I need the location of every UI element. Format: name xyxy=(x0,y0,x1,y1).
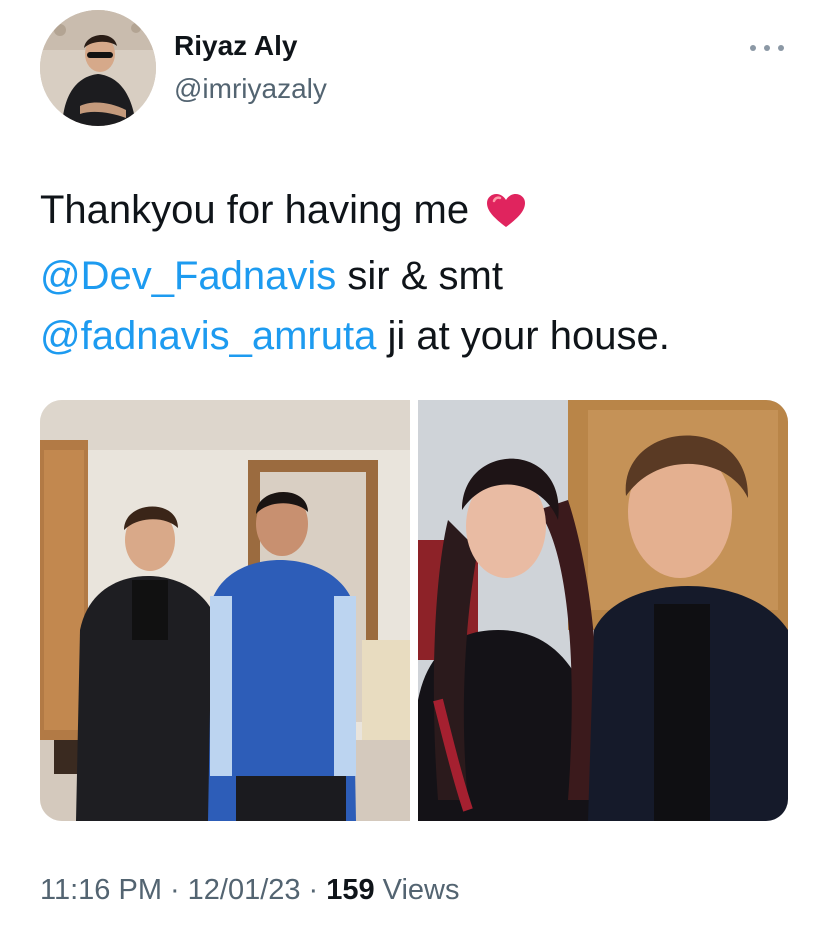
tweet-text-segment: ji at your house. xyxy=(376,314,670,358)
more-horizontal-icon-dot xyxy=(764,45,770,51)
tweet-text-segment: Thankyou for having me xyxy=(40,188,470,232)
avatar-image xyxy=(40,10,156,126)
tweet-text-segment: sir & smt xyxy=(336,254,503,298)
tweet-line-2: @Dev_Fadnavis sir & smt xyxy=(40,246,800,306)
author-avatar[interactable] xyxy=(40,10,156,126)
tweet-metadata: 11:16 PM · 12/01/23 · 159 Views xyxy=(40,874,460,907)
author-handle[interactable]: @imriyazaly xyxy=(174,73,327,105)
tweet-time[interactable]: 11:16 PM xyxy=(40,874,162,906)
tweet-line-3: @fadnavis_amruta ji at your house. xyxy=(40,306,800,366)
meta-separator: · xyxy=(308,874,319,906)
mention-link[interactable]: @Dev_Fadnavis xyxy=(40,254,336,298)
views-count: 159 xyxy=(326,874,375,906)
author-display-name[interactable]: Riyaz Aly xyxy=(174,30,297,62)
tweet-date[interactable]: 12/01/23 xyxy=(188,874,301,906)
tweet-photo-2[interactable] xyxy=(418,400,788,821)
tweet-line-1: Thankyou for having me xyxy=(40,180,800,246)
tweet-text: Thankyou for having me @Dev_Fadnavis sir… xyxy=(40,180,800,366)
tweet-media xyxy=(40,400,788,821)
more-horizontal-icon-dot xyxy=(778,45,784,51)
red-heart-icon xyxy=(486,186,526,246)
tweet-photo-1[interactable] xyxy=(40,400,410,821)
more-horizontal-icon xyxy=(750,45,756,51)
more-options-button[interactable] xyxy=(750,38,784,58)
mention-link[interactable]: @fadnavis_amruta xyxy=(40,314,376,358)
views-label: Views xyxy=(382,874,460,906)
meta-separator: · xyxy=(169,874,180,906)
